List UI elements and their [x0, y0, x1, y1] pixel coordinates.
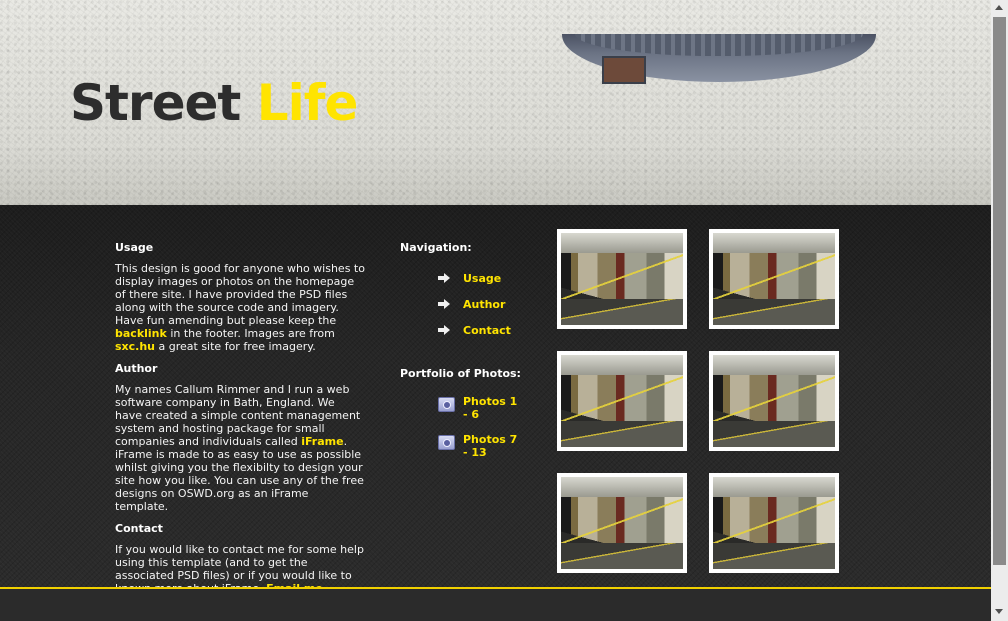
subway-photo — [561, 355, 683, 447]
arrow-right-icon — [438, 299, 452, 309]
portfolio-link-photos-7-13[interactable]: Photos 7 - 13 — [463, 433, 519, 459]
arrow-right-icon — [438, 273, 452, 283]
footer — [0, 589, 991, 621]
portfolio-heading: Portfolio of Photos: — [400, 367, 521, 380]
portfolio-item-1[interactable]: Photos 1 - 6 — [438, 395, 538, 421]
portfolio-list: Photos 1 - 6 Photos 7 - 13 — [438, 395, 538, 471]
photo-thumbnail-4[interactable] — [709, 351, 839, 451]
scroll-down-arrow-icon[interactable] — [995, 609, 1003, 614]
scroll-up-arrow-icon[interactable] — [995, 5, 1003, 10]
nav-link-usage[interactable]: Usage — [463, 272, 501, 285]
site-logo[interactable]: Street Life — [70, 78, 358, 128]
usage-text-2: in the footer. Images are from — [166, 327, 335, 340]
photo-thumbnail-1[interactable] — [557, 229, 687, 329]
iframe-link[interactable]: iFrame — [301, 435, 343, 448]
camera-icon — [438, 435, 455, 450]
photo-thumbnail-2[interactable] — [709, 229, 839, 329]
navigation-column: Navigation: Usage Author Contact Portfol… — [400, 241, 540, 459]
nav-link-contact[interactable]: Contact — [463, 324, 511, 337]
author-heading: Author — [115, 362, 158, 375]
navigation-heading: Navigation: — [400, 241, 472, 254]
portfolio-link-photos-1-6[interactable]: Photos 1 - 6 — [463, 395, 519, 421]
photo-thumbnail-5[interactable] — [557, 473, 687, 573]
backlink-link[interactable]: backlink — [115, 327, 167, 340]
usage-heading: Usage — [115, 241, 154, 254]
portfolio-item-2[interactable]: Photos 7 - 13 — [438, 433, 538, 459]
photo-thumbnail-6[interactable] — [709, 473, 839, 573]
info-column: Usage This design is good for anyone who… — [115, 241, 365, 604]
logo-text-accent: Life — [256, 74, 359, 132]
subway-photo — [713, 233, 835, 325]
nav-link-author[interactable]: Author — [463, 298, 505, 311]
usage-paragraph: This design is good for anyone who wishe… — [115, 262, 365, 353]
author-paragraph: My names Callum Rimmer and I run a web s… — [115, 383, 365, 513]
subway-photo — [713, 477, 835, 569]
drain-notch — [602, 56, 646, 84]
vertical-scrollbar[interactable] — [991, 0, 1008, 621]
scrollbar-thumb[interactable] — [993, 17, 1006, 565]
subway-photo — [561, 477, 683, 569]
camera-icon — [438, 397, 455, 412]
usage-text-1: This design is good for anyone who wishe… — [115, 262, 365, 327]
photo-thumbnail-3[interactable] — [557, 351, 687, 451]
subway-photo — [713, 355, 835, 447]
logo-text-primary: Street — [70, 74, 241, 132]
nav-item-author[interactable]: Author — [438, 291, 511, 317]
arrow-right-icon — [438, 325, 452, 335]
navigation-list: Usage Author Contact — [438, 265, 511, 343]
header-banner: Street Life — [0, 0, 991, 205]
subway-photo — [561, 233, 683, 325]
usage-text-3: a great site for free imagery. — [155, 340, 316, 353]
contact-heading: Contact — [115, 522, 163, 535]
nav-item-usage[interactable]: Usage — [438, 265, 511, 291]
sxc-link[interactable]: sxc.hu — [115, 340, 155, 353]
nav-item-contact[interactable]: Contact — [438, 317, 511, 343]
